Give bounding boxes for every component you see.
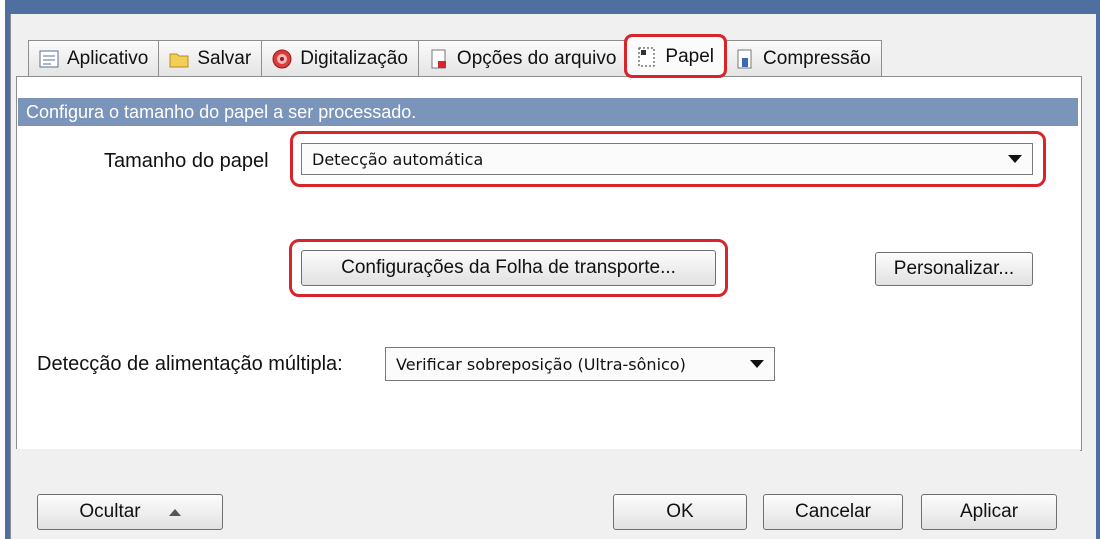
tab-save[interactable]: Salvar (158, 40, 263, 76)
tab-label: Papel (665, 45, 715, 67)
tab-label: Digitalização (300, 47, 408, 69)
paper-size-value: Detecção automática (312, 149, 484, 169)
compression-icon (735, 49, 755, 69)
tab-application[interactable]: Aplicativo (28, 40, 160, 76)
file-options-icon (429, 49, 449, 69)
tab-bar: Aplicativo Salvar Digitalização Opções d… (28, 34, 882, 78)
paper-icon (637, 47, 657, 67)
hide-button[interactable]: Ocultar (37, 494, 223, 530)
tab-label: Aplicativo (67, 47, 149, 69)
hide-button-label: Ocultar (79, 501, 141, 522)
tab-label: Salvar (197, 47, 252, 69)
folder-icon (169, 49, 189, 69)
application-icon (39, 49, 59, 69)
paper-size-select[interactable]: Detecção automática (301, 143, 1033, 175)
multifeed-value: Verificar sobreposição (Ultra-sônico) (396, 354, 686, 374)
chevron-up-icon (168, 508, 181, 516)
panel-description: Configura o tamanho do papel a ser proce… (18, 98, 1078, 126)
cancel-button[interactable]: Cancelar (763, 494, 903, 530)
apply-button[interactable]: Aplicar (921, 494, 1057, 530)
tab-label: Opções do arquivo (456, 47, 617, 69)
multifeed-select[interactable]: Verificar sobreposição (Ultra-sônico) (385, 347, 775, 381)
customize-button[interactable]: Personalizar... (875, 252, 1033, 286)
paper-size-label: Tamanho do papel (104, 150, 269, 172)
scan-icon (272, 49, 292, 69)
tab-compression[interactable]: Compressão (724, 40, 882, 76)
tab-file-options[interactable]: Opções do arquivo (417, 40, 628, 76)
chevron-down-icon (1008, 155, 1022, 163)
tab-paper[interactable]: Papel (624, 34, 728, 78)
chevron-down-icon (750, 360, 764, 368)
ok-button[interactable]: OK (613, 494, 747, 530)
multifeed-label: Detecção de alimentação múltipla: (37, 353, 343, 375)
tab-label: Compressão (763, 47, 871, 69)
tab-scanning[interactable]: Digitalização (261, 40, 419, 76)
carrier-sheet-settings-button[interactable]: Configurações da Folha de transporte... (301, 250, 716, 286)
